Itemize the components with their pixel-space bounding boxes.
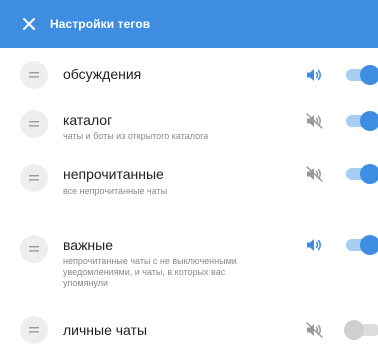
tag-title: личные чаты: [63, 322, 147, 338]
toggle-knob: [360, 111, 378, 131]
sound-toggle[interactable]: [305, 237, 325, 253]
tag-enable-toggle[interactable]: [346, 164, 378, 184]
drag-handle[interactable]: [20, 61, 48, 89]
drag-handle[interactable]: [20, 164, 48, 192]
drag-handle[interactable]: [20, 316, 48, 344]
tag-row-catalog: каталог чаты и боты из открытого каталог…: [0, 106, 378, 152]
drag-handle[interactable]: [20, 235, 48, 263]
speaker-muted-icon: [306, 322, 323, 338]
sound-toggle[interactable]: [305, 322, 325, 338]
tag-title: обсуждения: [63, 66, 142, 82]
speaker-on-icon: [307, 239, 321, 251]
tag-settings-panel: Настройки тегов обсуждения каталог чаты …: [0, 0, 378, 349]
page-title: Настройки тегов: [50, 17, 151, 31]
tag-title: важные: [63, 237, 114, 253]
tag-row-discussions: обсуждения: [0, 48, 378, 96]
drag-handle-icon: [29, 327, 39, 333]
tag-row-important: важные непрочитанные чаты с не выключенн…: [0, 232, 378, 298]
drag-handle[interactable]: [20, 110, 48, 138]
tag-enable-toggle[interactable]: [344, 320, 378, 340]
close-button[interactable]: [19, 14, 39, 34]
toggle-knob: [344, 320, 364, 340]
toggle-knob: [360, 164, 378, 184]
tag-title: каталог: [63, 112, 113, 128]
toggle-knob: [360, 65, 378, 85]
tag-enable-toggle[interactable]: [346, 111, 378, 131]
sound-toggle[interactable]: [305, 67, 325, 83]
tag-enable-toggle[interactable]: [346, 235, 378, 255]
drag-handle-icon: [29, 72, 39, 78]
toggle-knob: [360, 235, 378, 255]
sound-toggle[interactable]: [305, 166, 325, 182]
drag-handle-icon: [29, 246, 39, 252]
speaker-muted-icon: [306, 166, 323, 182]
sound-toggle[interactable]: [305, 113, 325, 129]
header-bar: Настройки тегов: [0, 0, 378, 48]
drag-handle-icon: [29, 175, 39, 181]
tag-description: непрочитанные чаты с не выключенными уве…: [63, 256, 237, 288]
speaker-muted-icon: [306, 113, 323, 129]
tag-description: чаты и боты из открытого каталога: [63, 131, 209, 141]
drag-handle-icon: [29, 121, 39, 127]
tag-title: непрочитанные: [63, 166, 164, 182]
tag-row-personal: личные чаты: [0, 314, 378, 348]
speaker-on-icon: [307, 69, 321, 81]
tag-row-unread: непрочитанные все непрочитанные чаты: [0, 160, 378, 206]
tag-enable-toggle[interactable]: [346, 65, 378, 85]
tag-description: все непрочитанные чаты: [63, 186, 168, 196]
close-icon: [23, 18, 35, 30]
